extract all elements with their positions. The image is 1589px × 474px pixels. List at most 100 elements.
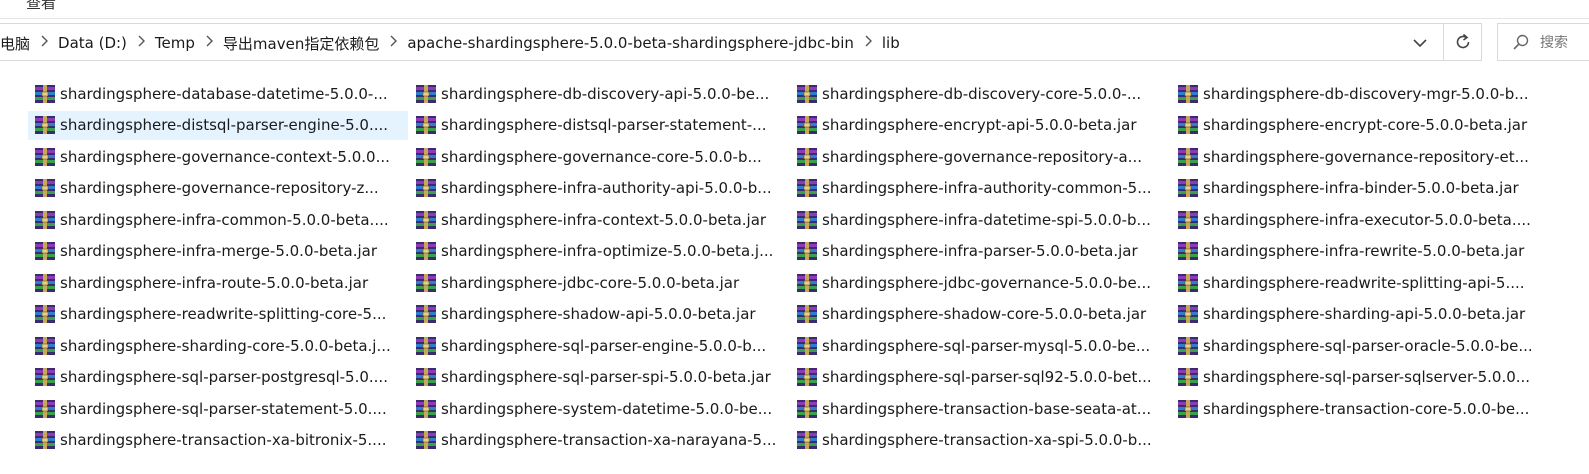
file-name: shardingsphere-database-datetime-5.0.0-.… bbox=[60, 84, 388, 103]
file-item[interactable]: shardingsphere-governance-repository-z..… bbox=[28, 174, 408, 203]
file-item[interactable]: shardingsphere-transaction-base-seata-at… bbox=[790, 394, 1170, 423]
file-name: shardingsphere-sharding-core-5.0.0-beta.… bbox=[60, 336, 391, 355]
winrar-archive-icon bbox=[796, 115, 818, 135]
file-item[interactable]: shardingsphere-encrypt-api-5.0.0-beta.ja… bbox=[790, 111, 1170, 140]
file-item[interactable]: shardingsphere-database-datetime-5.0.0-.… bbox=[28, 79, 408, 108]
file-item[interactable]: shardingsphere-sql-parser-postgresql-5.0… bbox=[28, 363, 408, 392]
file-item[interactable]: shardingsphere-sql-parser-sql92-5.0.0-be… bbox=[790, 363, 1170, 392]
file-item[interactable]: shardingsphere-readwrite-splitting-core-… bbox=[28, 300, 408, 329]
file-item[interactable]: shardingsphere-transaction-core-5.0.0-be… bbox=[1171, 394, 1551, 423]
file-item[interactable]: shardingsphere-governance-repository-et.… bbox=[1171, 142, 1551, 171]
file-item[interactable]: shardingsphere-distsql-parser-engine-5.0… bbox=[28, 110, 408, 140]
file-name: shardingsphere-jdbc-governance-5.0.0-be.… bbox=[822, 273, 1151, 292]
file-item[interactable]: shardingsphere-transaction-xa-bitronix-5… bbox=[28, 426, 408, 455]
winrar-archive-icon bbox=[1177, 336, 1199, 356]
winrar-archive-icon bbox=[796, 178, 818, 198]
file-item[interactable]: shardingsphere-governance-repository-a..… bbox=[790, 142, 1170, 171]
file-item[interactable]: shardingsphere-readwrite-splitting-api-5… bbox=[1171, 268, 1551, 297]
refresh-button[interactable] bbox=[1444, 23, 1482, 61]
winrar-archive-icon bbox=[415, 336, 437, 356]
file-item[interactable]: shardingsphere-shadow-core-5.0.0-beta.ja… bbox=[790, 300, 1170, 329]
breadcrumb-item[interactable]: 此电脑 bbox=[0, 33, 30, 54]
file-name: shardingsphere-sql-parser-spi-5.0.0-beta… bbox=[441, 368, 771, 386]
file-name: shardingsphere-sql-parser-statement-5.0.… bbox=[60, 399, 387, 418]
file-item[interactable]: shardingsphere-sql-parser-statement-5.0.… bbox=[28, 394, 408, 423]
winrar-archive-icon bbox=[415, 241, 437, 261]
breadcrumb-item[interactable]: apache-shardingsphere-5.0.0-beta-shardin… bbox=[407, 34, 854, 52]
search-box[interactable]: 搜索 bbox=[1497, 23, 1589, 61]
file-item[interactable]: shardingsphere-infra-merge-5.0.0-beta.ja… bbox=[28, 237, 408, 266]
file-name: shardingsphere-sql-parser-sqlserver-5.0.… bbox=[1203, 368, 1531, 386]
file-item[interactable]: shardingsphere-sharding-core-5.0.0-beta.… bbox=[28, 331, 408, 360]
file-item[interactable]: shardingsphere-infra-context-5.0.0-beta.… bbox=[409, 205, 789, 234]
ribbon: 查看 bbox=[0, 0, 1589, 19]
file-item[interactable]: shardingsphere-transaction-xa-spi-5.0.0-… bbox=[790, 426, 1170, 455]
file-item[interactable]: shardingsphere-system-datetime-5.0.0-be.… bbox=[409, 394, 789, 423]
winrar-archive-icon bbox=[1177, 178, 1199, 198]
file-name: shardingsphere-shadow-api-5.0.0-beta.jar bbox=[441, 305, 756, 323]
file-item[interactable]: shardingsphere-distsql-parser-statement-… bbox=[409, 111, 789, 140]
winrar-archive-icon bbox=[34, 399, 56, 419]
winrar-archive-icon bbox=[796, 273, 818, 293]
chevron-right-icon[interactable] bbox=[854, 35, 882, 51]
file-item[interactable]: shardingsphere-governance-context-5.0.0.… bbox=[28, 142, 408, 171]
breadcrumb-item[interactable]: 导出maven指定依赖包 bbox=[223, 33, 379, 54]
breadcrumb: 此电脑 Data (D:) Temp 导出maven指定依赖包 apache-shard… bbox=[0, 24, 900, 62]
file-item[interactable]: shardingsphere-sql-parser-oracle-5.0.0-b… bbox=[1171, 331, 1551, 360]
winrar-archive-icon bbox=[1177, 147, 1199, 167]
file-item[interactable]: shardingsphere-encrypt-core-5.0.0-beta.j… bbox=[1171, 111, 1551, 140]
file-item[interactable]: shardingsphere-infra-binder-5.0.0-beta.j… bbox=[1171, 174, 1551, 203]
file-item[interactable]: shardingsphere-jdbc-governance-5.0.0-be.… bbox=[790, 268, 1170, 297]
chevron-right-icon[interactable] bbox=[195, 35, 223, 51]
winrar-archive-icon bbox=[1177, 84, 1199, 104]
file-name: shardingsphere-governance-context-5.0.0.… bbox=[60, 147, 390, 166]
file-item[interactable]: shardingsphere-infra-executor-5.0.0-beta… bbox=[1171, 205, 1551, 234]
file-item[interactable]: shardingsphere-infra-route-5.0.0-beta.ja… bbox=[28, 268, 408, 297]
address-history-dropdown[interactable] bbox=[1405, 24, 1435, 62]
file-name: shardingsphere-db-discovery-core-5.0.0-.… bbox=[822, 84, 1142, 103]
file-item[interactable]: shardingsphere-sql-parser-engine-5.0.0-b… bbox=[409, 331, 789, 360]
file-item[interactable]: shardingsphere-shadow-api-5.0.0-beta.jar bbox=[409, 300, 789, 329]
winrar-archive-icon bbox=[34, 304, 56, 324]
chevron-right-icon[interactable] bbox=[379, 35, 407, 51]
chevron-right-icon[interactable] bbox=[127, 35, 155, 51]
winrar-archive-icon bbox=[796, 367, 818, 387]
file-name: shardingsphere-encrypt-core-5.0.0-beta.j… bbox=[1203, 116, 1528, 134]
file-item[interactable]: shardingsphere-governance-core-5.0.0-b..… bbox=[409, 142, 789, 171]
ribbon-tab-view[interactable]: 查看 bbox=[26, 0, 56, 13]
winrar-archive-icon bbox=[415, 84, 437, 104]
file-name: shardingsphere-governance-core-5.0.0-b..… bbox=[441, 147, 762, 166]
file-item[interactable]: shardingsphere-sql-parser-sqlserver-5.0.… bbox=[1171, 363, 1551, 392]
file-item[interactable]: shardingsphere-sharding-api-5.0.0-beta.j… bbox=[1171, 300, 1551, 329]
file-name: shardingsphere-infra-parser-5.0.0-beta.j… bbox=[822, 242, 1138, 260]
file-item[interactable]: shardingsphere-infra-rewrite-5.0.0-beta.… bbox=[1171, 237, 1551, 266]
file-item[interactable]: shardingsphere-sql-parser-spi-5.0.0-beta… bbox=[409, 363, 789, 392]
file-item[interactable]: shardingsphere-db-discovery-core-5.0.0-.… bbox=[790, 79, 1170, 108]
file-item[interactable]: shardingsphere-db-discovery-api-5.0.0-be… bbox=[409, 79, 789, 108]
file-item[interactable]: shardingsphere-infra-optimize-5.0.0-beta… bbox=[409, 237, 789, 266]
file-item[interactable]: shardingsphere-infra-common-5.0.0-beta..… bbox=[28, 205, 408, 234]
file-item[interactable]: shardingsphere-transaction-xa-narayana-5… bbox=[409, 426, 789, 455]
breadcrumb-item[interactable]: lib bbox=[882, 34, 900, 52]
winrar-archive-icon bbox=[34, 336, 56, 356]
breadcrumb-item[interactable]: Data (D:) bbox=[58, 34, 127, 52]
file-name: shardingsphere-infra-optimize-5.0.0-beta… bbox=[441, 242, 774, 260]
file-item[interactable]: shardingsphere-infra-authority-api-5.0.0… bbox=[409, 174, 789, 203]
file-item[interactable]: shardingsphere-jdbc-core-5.0.0-beta.jar bbox=[409, 268, 789, 297]
file-name: shardingsphere-system-datetime-5.0.0-be.… bbox=[441, 399, 773, 418]
file-item[interactable]: shardingsphere-sql-parser-mysql-5.0.0-be… bbox=[790, 331, 1170, 360]
file-item[interactable]: shardingsphere-db-discovery-mgr-5.0.0-b.… bbox=[1171, 79, 1551, 108]
winrar-archive-icon bbox=[415, 304, 437, 324]
file-name: shardingsphere-sharding-api-5.0.0-beta.j… bbox=[1203, 305, 1526, 323]
file-item[interactable]: shardingsphere-infra-authority-common-5.… bbox=[790, 174, 1170, 203]
breadcrumb-item[interactable]: Temp bbox=[155, 34, 195, 52]
file-item[interactable]: shardingsphere-infra-parser-5.0.0-beta.j… bbox=[790, 237, 1170, 266]
address-bar[interactable]: 此电脑 Data (D:) Temp 导出maven指定依赖包 apache-shard… bbox=[0, 23, 1444, 61]
file-name: shardingsphere-infra-rewrite-5.0.0-beta.… bbox=[1203, 242, 1525, 260]
winrar-archive-icon bbox=[796, 84, 818, 104]
chevron-right-icon[interactable] bbox=[30, 35, 58, 51]
file-item[interactable]: shardingsphere-infra-datetime-spi-5.0.0-… bbox=[790, 205, 1170, 234]
file-name: shardingsphere-infra-authority-api-5.0.0… bbox=[441, 179, 772, 197]
winrar-archive-icon bbox=[796, 399, 818, 419]
winrar-archive-icon bbox=[415, 115, 437, 135]
